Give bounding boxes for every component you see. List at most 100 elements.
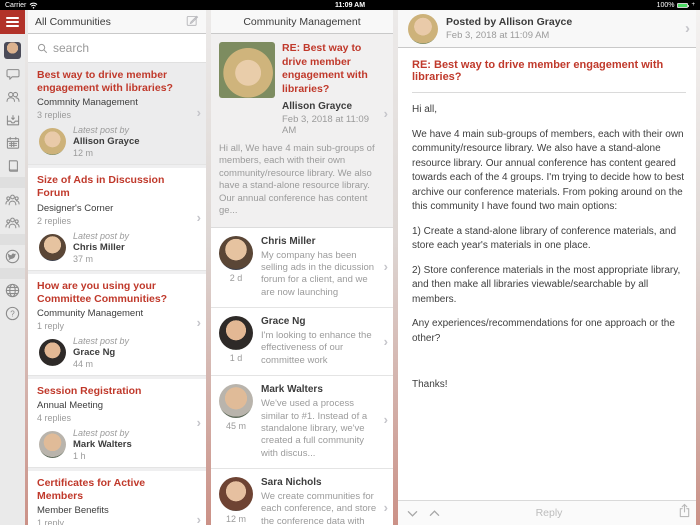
- post-detail-header[interactable]: Posted by Allison Grayce Feb 3, 2018 at …: [398, 10, 700, 48]
- wifi-icon: [30, 2, 38, 9]
- reply-field[interactable]: Reply: [536, 507, 563, 519]
- search-input[interactable]: [53, 41, 197, 55]
- body-paragraph: Thanks!: [412, 379, 448, 390]
- thread-list: Best way to drive member engagement with…: [28, 63, 206, 525]
- post-author: Sara Nichols: [261, 476, 322, 488]
- thread-author: Mark Walters: [73, 438, 132, 450]
- thread-community: Commnity Management: [37, 97, 138, 109]
- book-icon: [8, 159, 18, 172]
- search-bar[interactable]: [28, 34, 206, 63]
- post-preview: I'm looking to enhance the effectiveness…: [261, 330, 372, 366]
- compose-icon: [186, 15, 199, 26]
- thread-row[interactable]: Best way to drive member engagement with…: [28, 63, 206, 166]
- post-time: 45 m: [225, 421, 246, 432]
- thread-community: Community Management: [37, 307, 144, 319]
- carrier-label: Carrier: [5, 1, 27, 9]
- battery-percent: 100%: [656, 1, 675, 9]
- post-time: 2 d: [229, 272, 243, 283]
- chat-bubble-icon: [5, 68, 20, 80]
- avatar: [408, 13, 438, 44]
- chevron-right-icon: ›: [196, 104, 201, 120]
- twitter-icon: [5, 249, 20, 264]
- chevron-right-icon: ›: [383, 258, 388, 274]
- thread-author: Allison Grayce: [73, 136, 140, 148]
- thread-time: 44 m: [73, 358, 94, 369]
- app-window: ? All Communities Best way to drive memb…: [0, 10, 700, 525]
- status-bar: Carrier 11:09 AM 100% +: [0, 0, 700, 10]
- thread-replies: 1 reply: [37, 518, 65, 525]
- rail-item-communities[interactable]: [0, 188, 25, 211]
- chevron-right-icon: ›: [383, 106, 388, 122]
- post-row[interactable]: 2 d Chris Miller My company has been sel…: [211, 227, 393, 309]
- thread-community: Designer's Corner: [37, 202, 114, 214]
- thread-time: 37 m: [73, 253, 94, 264]
- avatar: [219, 42, 275, 98]
- chevron-down-icon[interactable]: [407, 509, 418, 518]
- post-row-lead[interactable]: RE: Best way to drive member engagement …: [211, 34, 393, 228]
- rail-item-messages[interactable]: [0, 62, 25, 85]
- thread-row[interactable]: Size of Ads in Discussion Forum Designer…: [28, 168, 206, 271]
- post-title: RE: Best way to drive member engagement …: [282, 42, 368, 95]
- reply-toolbar: Reply: [398, 500, 700, 525]
- thread-row[interactable]: Certificates for Active Members Member B…: [28, 470, 206, 525]
- avatar: [219, 476, 253, 511]
- latest-post-label: Latest post by: [73, 427, 130, 438]
- thread-time: 1 h: [73, 450, 86, 461]
- compose-button[interactable]: [186, 14, 199, 30]
- post-detail-title: RE: Best way to drive member engagement …: [412, 55, 686, 93]
- thread-author: Grace Ng: [73, 346, 116, 358]
- post-author: Mark Walters: [261, 384, 323, 396]
- rail-separator: [0, 268, 25, 279]
- scroll-indicator[interactable]: [696, 10, 700, 525]
- body-paragraph: 1) Create a stand-alone library of confe…: [412, 225, 677, 252]
- community-panel-header: Community Management: [211, 10, 393, 34]
- avatar: [39, 430, 66, 458]
- rail-item-members[interactable]: [0, 85, 25, 108]
- rail-separator: [0, 234, 25, 245]
- globe-icon: [5, 283, 20, 298]
- menu-button[interactable]: [0, 10, 25, 34]
- thread-author: Chris Miller: [73, 241, 125, 253]
- panel-title: All Communities: [35, 15, 111, 28]
- rail-item-help[interactable]: ?: [0, 302, 25, 325]
- inbox-icon: [6, 114, 19, 125]
- calendar-icon: [6, 136, 19, 149]
- thread-replies: 2 replies: [37, 215, 72, 226]
- thread-replies: 3 replies: [37, 110, 72, 121]
- chevron-up-icon[interactable]: [429, 509, 440, 518]
- post-date: Feb 3, 2018 at 11:09 AM: [282, 113, 369, 136]
- avatar: [219, 316, 253, 351]
- post-body: RE: Best way to drive member engagement …: [398, 48, 700, 500]
- rail-item-browser[interactable]: [0, 279, 25, 302]
- avatar: [39, 233, 66, 261]
- body-paragraph: We have 4 main sub-groups of members, ea…: [412, 128, 685, 213]
- post-author: Allison Grayce: [282, 100, 353, 112]
- thread-title: Certificates for Active Members: [37, 476, 146, 502]
- post-row[interactable]: 45 m Mark Walters We've used a process s…: [211, 376, 393, 469]
- rail-item-inbox[interactable]: [0, 108, 25, 131]
- thread-row[interactable]: How are you using your Committee Communi…: [28, 273, 206, 376]
- post-row[interactable]: 1 d Grace Ng I'm looking to enhance the …: [211, 308, 393, 377]
- share-icon: [679, 503, 690, 518]
- post-preview: We've used a process similar to #1. Inst…: [261, 398, 368, 459]
- avatar: [219, 384, 253, 419]
- post-detail-panel: Posted by Allison Grayce Feb 3, 2018 at …: [398, 10, 700, 525]
- share-button[interactable]: [678, 503, 691, 523]
- chevron-right-icon: ›: [383, 411, 388, 427]
- thread-row[interactable]: Session Registration Annual Meeting 4 re…: [28, 378, 206, 468]
- post-time: 1 d: [229, 353, 243, 364]
- post-preview: Hi all, We have 4 main sub-groups of mem…: [219, 142, 375, 217]
- rail-item-resources[interactable]: [0, 154, 25, 177]
- profile-avatar: [4, 42, 21, 59]
- thread-title: Best way to drive member engagement with…: [37, 69, 173, 95]
- post-row[interactable]: 12 m Sara Nichols We create communities …: [211, 468, 393, 525]
- chevron-right-icon: ›: [383, 499, 388, 515]
- posted-by-label: Posted by Allison Grayce: [446, 16, 573, 28]
- thread-title: Size of Ads in Discussion Forum: [37, 174, 165, 200]
- rail-item-events[interactable]: [0, 131, 25, 154]
- svg-text:?: ?: [10, 309, 15, 318]
- rail-item-twitter[interactable]: [0, 245, 25, 268]
- rail-item-profile[interactable]: [0, 39, 25, 62]
- rail-item-committees[interactable]: [0, 211, 25, 234]
- rail-separator: [0, 177, 25, 188]
